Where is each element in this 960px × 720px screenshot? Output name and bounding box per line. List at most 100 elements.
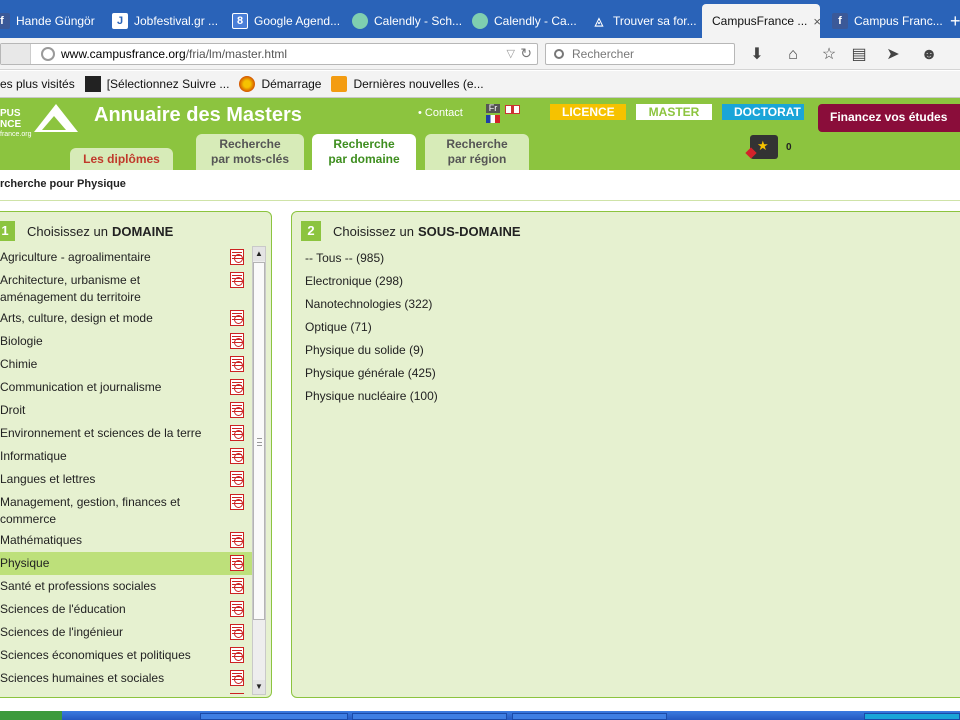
- domain-item[interactable]: Sciences de l'éducation: [0, 598, 252, 621]
- new-tab-button[interactable]: +: [950, 4, 960, 38]
- send-icon[interactable]: ➤: [884, 46, 902, 64]
- pdf-icon[interactable]: [230, 532, 244, 548]
- financez-button[interactable]: Financez vos études: [818, 104, 960, 132]
- doctorat-button[interactable]: DOCTORAT: [722, 104, 804, 120]
- pdf-icon[interactable]: [230, 624, 244, 640]
- domain-item[interactable]: Environnement et sciences de la terre: [0, 422, 252, 445]
- tab-domaine[interactable]: Recherche par domaine: [312, 134, 416, 170]
- briefcase-icon[interactable]: ★: [745, 135, 778, 159]
- domain-list-scrollbar[interactable]: ▲ ▼: [252, 246, 266, 695]
- browser-search-input[interactable]: Rechercher: [545, 43, 735, 65]
- tab-label: Calendly - Sch...: [374, 14, 463, 28]
- domain-item[interactable]: Sciences humaines et sociales: [0, 667, 252, 690]
- pdf-icon[interactable]: [230, 425, 244, 441]
- calendly-icon: [352, 13, 368, 29]
- bookmark-news[interactable]: Dernières nouvelles (e...: [331, 76, 484, 92]
- subdomain-item[interactable]: Electronique (298): [305, 274, 403, 288]
- bookmark-cned[interactable]: [Sélectionnez Suivre ...: [84, 76, 229, 92]
- tab-mots-cles[interactable]: Recherche par mots-clés: [196, 134, 304, 170]
- download-icon[interactable]: ⬇: [748, 46, 766, 64]
- chat-icon[interactable]: ☻: [920, 46, 938, 64]
- campusfrance-logo[interactable]: PUS NCE france.org: [0, 102, 88, 138]
- browser-tab[interactable]: Calendly - Sch...: [352, 4, 470, 38]
- uk-flag-icon[interactable]: [505, 105, 520, 114]
- browser-tab[interactable]: J Jobfestival.gr ...: [112, 4, 230, 38]
- browser-tab-active[interactable]: CampusFrance ... ×: [702, 4, 820, 38]
- subdomain-item[interactable]: Nanotechnologies (322): [305, 297, 432, 311]
- pdf-icon[interactable]: [230, 494, 244, 510]
- licence-button[interactable]: LICENCE: [550, 104, 626, 120]
- subdomain-item[interactable]: -- Tous -- (985): [305, 251, 384, 265]
- divider: [0, 200, 960, 201]
- pdf-icon[interactable]: [230, 448, 244, 464]
- pdf-icon[interactable]: [230, 578, 244, 594]
- contact-link[interactable]: • Contact: [418, 107, 463, 119]
- close-tab-icon[interactable]: ×: [813, 14, 820, 29]
- site-header: PUS NCE france.org Annuaire des Masters …: [0, 98, 960, 170]
- pdf-icon[interactable]: [230, 555, 244, 571]
- domain-item[interactable]: Langues et lettres: [0, 468, 252, 491]
- lang-fr-button[interactable]: Fr: [486, 104, 500, 124]
- subdomain-item[interactable]: Physique nucléaire (100): [305, 389, 438, 403]
- pdf-icon[interactable]: [230, 356, 244, 372]
- start-button[interactable]: [0, 711, 62, 720]
- pdf-icon[interactable]: [230, 402, 244, 418]
- subdomain-item[interactable]: Physique générale (425): [305, 366, 436, 380]
- pdf-icon[interactable]: [230, 310, 244, 326]
- domain-item[interactable]: Communication et journalisme: [0, 376, 252, 399]
- pdf-icon[interactable]: [230, 379, 244, 395]
- scroll-thumb[interactable]: [253, 262, 265, 620]
- tab-region[interactable]: Recherche par région: [425, 134, 529, 170]
- domain-item[interactable]: Chimie: [0, 353, 252, 376]
- pdf-icon: [230, 693, 244, 694]
- domain-item[interactable]: Arts, culture, design et mode: [0, 307, 252, 330]
- pdf-icon[interactable]: [230, 272, 244, 288]
- reload-icon[interactable]: ↻: [520, 45, 532, 62]
- url-bar[interactable]: www.campusfrance.org/fria/lm/master.html…: [0, 43, 538, 65]
- logo-triangle-inner: [42, 116, 66, 130]
- pdf-icon[interactable]: [230, 670, 244, 686]
- scroll-down-arrow-icon[interactable]: ▼: [253, 680, 265, 694]
- reading-list-icon[interactable]: ▤: [850, 46, 868, 64]
- domain-item-partial: [0, 690, 252, 694]
- browser-tab[interactable]: f Campus Franc...: [832, 4, 950, 38]
- bookmark-most-visited[interactable]: es plus visités: [0, 77, 75, 91]
- url-dropdown-icon[interactable]: ▽: [507, 47, 515, 60]
- domain-item[interactable]: Management, gestion, finances et commerc…: [0, 491, 252, 529]
- pdf-icon[interactable]: [230, 647, 244, 663]
- bookmark-demarrage[interactable]: Démarrage: [239, 76, 321, 92]
- pdf-icon[interactable]: [230, 471, 244, 487]
- subdomain-item[interactable]: Optique (71): [305, 320, 372, 334]
- pdf-icon[interactable]: [230, 601, 244, 617]
- browser-tab[interactable]: ◬ Trouver sa for...: [591, 4, 709, 38]
- taskbar-item[interactable]: [512, 713, 667, 720]
- domain-item-selected[interactable]: Physique: [0, 552, 252, 575]
- sidebar-toggle-button[interactable]: [1, 44, 31, 64]
- scroll-up-arrow-icon[interactable]: ▲: [253, 247, 265, 261]
- browser-tab[interactable]: f Hande Güngör: [0, 4, 112, 38]
- pdf-icon[interactable]: [230, 333, 244, 349]
- domain-item[interactable]: Sciences de l'ingénieur: [0, 621, 252, 644]
- pdf-icon[interactable]: [230, 249, 244, 265]
- subdomain-item[interactable]: Physique du solide (9): [305, 343, 424, 357]
- domain-item[interactable]: Architecture, urbanisme et aménagement d…: [0, 269, 252, 307]
- lang-fr-label: Fr: [486, 104, 500, 113]
- bookmark-star-icon[interactable]: ☆: [820, 46, 838, 64]
- domain-item[interactable]: Droit: [0, 399, 252, 422]
- browser-tab[interactable]: Calendly - Ca...: [472, 4, 590, 38]
- home-icon[interactable]: ⌂: [784, 46, 802, 64]
- globe-icon: [41, 47, 55, 61]
- taskbar-item[interactable]: [352, 713, 507, 720]
- domain-item[interactable]: Mathématiques: [0, 529, 252, 552]
- domain-item[interactable]: Biologie: [0, 330, 252, 353]
- browser-tab[interactable]: 8 Google Agend...: [232, 4, 350, 38]
- tab-label: par mots-clés: [210, 152, 290, 166]
- domain-item[interactable]: Informatique: [0, 445, 252, 468]
- master-button[interactable]: MASTER: [636, 104, 712, 120]
- tab-diplomes[interactable]: Les diplômes: [70, 148, 173, 170]
- domain-item[interactable]: Sciences économiques et politiques: [0, 644, 252, 667]
- domain-item[interactable]: Agriculture - agroalimentaire: [0, 246, 252, 269]
- url-host: www.campusfrance.org: [61, 47, 186, 61]
- domain-item[interactable]: Santé et professions sociales: [0, 575, 252, 598]
- taskbar-item[interactable]: [200, 713, 348, 720]
